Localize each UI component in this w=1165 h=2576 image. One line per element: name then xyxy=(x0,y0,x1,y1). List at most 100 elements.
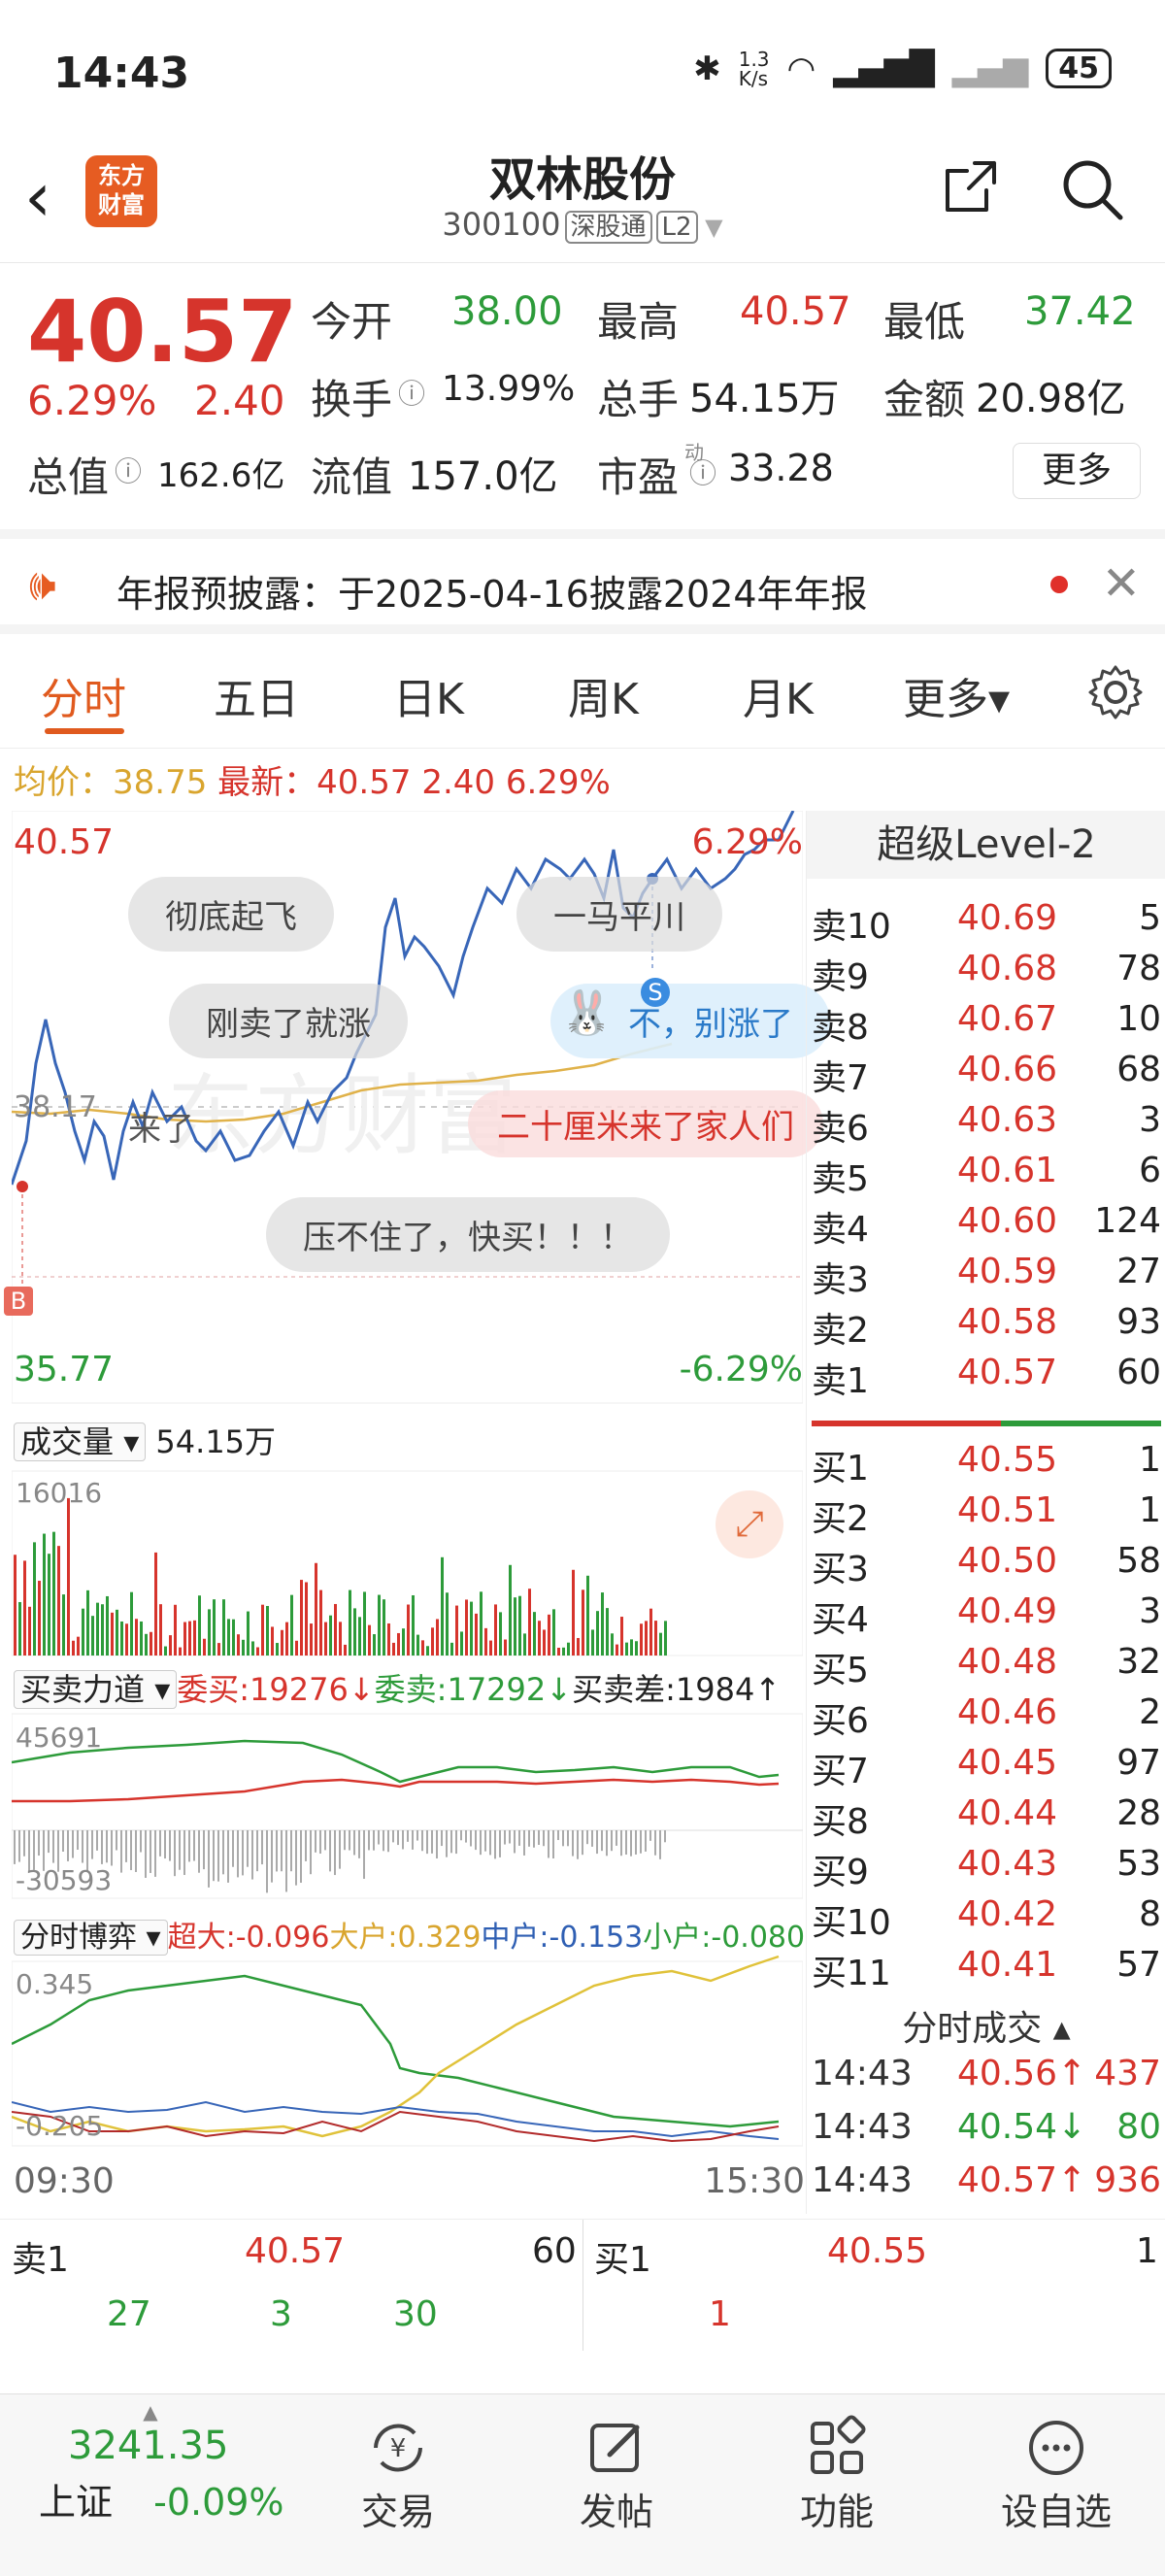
ask-price: 40.67 xyxy=(957,999,1058,1039)
tab-monthly[interactable]: 月K xyxy=(743,664,814,726)
turnover-value: 13.99% xyxy=(442,369,576,409)
bid-row[interactable]: 买3 40.50 58 xyxy=(812,1541,1161,1591)
force-bar xyxy=(145,1830,147,1878)
nav-post[interactable]: 发帖 xyxy=(539,2414,694,2535)
index-widget[interactable]: ▲ 3241.35 上证 -0.09% xyxy=(39,2400,284,2526)
stock-code: 300100 xyxy=(442,206,561,243)
more-button[interactable]: 更多 xyxy=(1013,443,1141,499)
search-icon[interactable] xyxy=(1058,155,1126,223)
share-icon[interactable] xyxy=(942,157,1000,216)
ask-qty: 124 xyxy=(1094,1201,1161,1241)
notice-text: 年报预披露：于2025-04-16披露2024年年报 xyxy=(116,573,868,616)
force-bar xyxy=(179,1830,181,1870)
gear-icon[interactable] xyxy=(1085,662,1146,722)
volume-bar xyxy=(640,1623,643,1656)
force-bar xyxy=(300,1830,302,1884)
trades-title[interactable]: 分时成交 ▴ xyxy=(807,2000,1165,2051)
nav-watchlist[interactable]: 设自选 xyxy=(979,2414,1134,2535)
volume-bar xyxy=(82,1608,84,1656)
change-amount: 2.40 xyxy=(194,377,285,424)
volume-bar xyxy=(489,1640,492,1656)
force-bar xyxy=(659,1830,661,1859)
info-icon[interactable]: ⓘ xyxy=(398,373,425,412)
nav-trade[interactable]: ¥ 交易 xyxy=(320,2414,476,2535)
ask-row[interactable]: 卖2 40.58 93 xyxy=(812,1302,1161,1353)
comment-bubble[interactable]: 来了 xyxy=(128,1102,194,1150)
bid-row[interactable]: 买4 40.49 3 xyxy=(812,1591,1161,1642)
bid-row[interactable]: 买8 40.44 28 xyxy=(812,1793,1161,1844)
bid-row[interactable]: 买11 40.41 57 xyxy=(812,1945,1161,1995)
buy-marker[interactable]: B xyxy=(4,1287,33,1316)
ask-row[interactable]: 卖8 40.67 10 xyxy=(812,999,1161,1050)
tab-daily[interactable]: 日K xyxy=(393,664,464,726)
volume-bar xyxy=(86,1589,89,1656)
volume-bar xyxy=(242,1639,245,1656)
bid-row[interactable]: 买9 40.43 53 xyxy=(812,1844,1161,1894)
force-dropdown[interactable]: 买卖力道 ▾ xyxy=(14,1670,178,1709)
trade-price: 40.56↑ xyxy=(957,2054,1087,2093)
bid-row[interactable]: 买6 40.46 2 xyxy=(812,1692,1161,1743)
comment-bubble[interactable]: 压不住了，快买！！！ xyxy=(266,1197,670,1272)
ask-row[interactable]: 卖7 40.66 68 xyxy=(812,1050,1161,1100)
ask-qty: 93 xyxy=(1116,1302,1161,1342)
volume-bar xyxy=(460,1631,463,1656)
ask-row[interactable]: 卖1 40.57 60 xyxy=(812,1353,1161,1403)
level2-panel[interactable]: 超级Level-2 卖10 40.69 5 卖9 40.68 78 卖8 40.67 10 卖7 4… xyxy=(806,811,1165,2214)
comment-bubble[interactable]: 二十厘米来了家人们 xyxy=(468,1090,823,1157)
nav-functions[interactable]: 功能 xyxy=(759,2414,915,2535)
close-icon[interactable]: ✕ xyxy=(1102,556,1141,611)
bid-level: 买2 xyxy=(812,1499,869,1539)
ask-row[interactable]: 卖4 40.60 124 xyxy=(812,1201,1161,1252)
ask-row[interactable]: 卖9 40.68 78 xyxy=(812,949,1161,999)
volume-bar xyxy=(509,1564,512,1656)
volume-bar xyxy=(159,1604,162,1656)
time-start: 09:30 xyxy=(14,2161,115,2201)
bid-row[interactable]: 买1 40.55 1 xyxy=(812,1440,1161,1490)
force-bar xyxy=(552,1830,554,1858)
ask-row[interactable]: 卖5 40.61 6 xyxy=(812,1151,1161,1201)
force-bar xyxy=(315,1830,316,1853)
status-icons: ✱ 1.3 K/s ◠ ▂▄▆█ ▂▄▆ 45 xyxy=(693,49,1112,88)
volume-bar xyxy=(416,1634,419,1656)
bid-row[interactable]: 买10 40.42 8 xyxy=(812,1894,1161,1945)
force-bar xyxy=(431,1830,433,1854)
bid-row[interactable]: 买5 40.48 32 xyxy=(812,1642,1161,1692)
comment-bubble[interactable]: 一马平川 xyxy=(516,877,722,952)
ask-level: 卖10 xyxy=(812,907,891,947)
tab-5day[interactable]: 五日 xyxy=(214,664,299,726)
force-bar xyxy=(48,1830,50,1854)
game-dropdown[interactable]: 分时博弈 ▾ xyxy=(14,1920,168,1956)
comment-bubble[interactable]: 🐰 不，别涨了 xyxy=(550,984,830,1058)
volume-bar xyxy=(140,1621,143,1656)
tab-weekly[interactable]: 周K xyxy=(568,664,639,726)
info-icon[interactable]: ⓘ xyxy=(115,451,142,489)
level2-title[interactable]: 超级Level-2 xyxy=(807,811,1165,879)
volume-bar xyxy=(514,1597,516,1656)
comment-bubble[interactable]: 彻底起飞 xyxy=(128,877,334,952)
force-bar xyxy=(120,1830,122,1873)
bid-row[interactable]: 买7 40.45 97 xyxy=(812,1743,1161,1793)
volume-bar xyxy=(237,1634,240,1656)
bid-row[interactable]: 买2 40.51 1 xyxy=(812,1490,1161,1541)
bid-price: 40.48 xyxy=(957,1642,1058,1682)
ask-row[interactable]: 卖10 40.69 5 xyxy=(812,898,1161,949)
intraday-chart-area[interactable]: 东方财富 40.57 6.29% 35.77 -6.29% 38.17 彻底起飞… xyxy=(4,811,830,2180)
force-bar xyxy=(489,1830,491,1856)
ask-row[interactable]: 卖3 40.59 27 xyxy=(812,1252,1161,1302)
force-bar xyxy=(514,1830,516,1854)
volume-dropdown[interactable]: 成交量 ▾ xyxy=(14,1422,147,1461)
tab-intraday[interactable]: 分时 xyxy=(41,664,126,726)
volume-bar xyxy=(179,1647,182,1656)
trade-price: 40.57↑ xyxy=(957,2160,1087,2200)
force-bar xyxy=(543,1830,545,1847)
force-bar xyxy=(222,1830,224,1875)
sell-marker[interactable]: S xyxy=(641,978,670,1007)
comment-text: 不，别涨了 xyxy=(628,1005,793,1044)
comment-bubble[interactable]: 刚卖了就涨 xyxy=(169,984,408,1058)
notice-bar[interactable]: 🕪 年报预披露：于2025-04-16披露2024年年报 ✕ xyxy=(0,529,1165,634)
tab-more[interactable]: 更多▾ xyxy=(903,664,1010,726)
bid-price: 40.51 xyxy=(957,1490,1058,1530)
info-icon[interactable]: ⓘ xyxy=(689,452,716,491)
ask-row[interactable]: 卖6 40.63 3 xyxy=(812,1100,1161,1151)
expand-icon[interactable]: ⤢ xyxy=(716,1490,783,1558)
